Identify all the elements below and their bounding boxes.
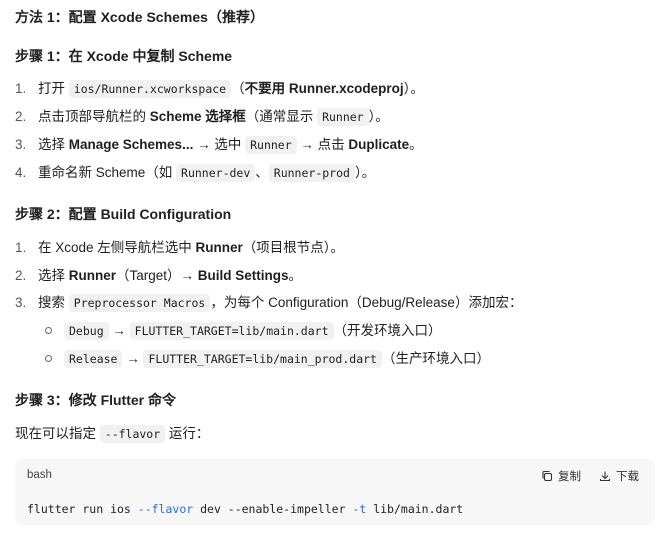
download-icon bbox=[599, 470, 611, 482]
method-heading: 方法 1：配置 Xcode Schemes（推荐） bbox=[15, 9, 264, 25]
inline-code: Runner-dev bbox=[176, 164, 256, 182]
step1-heading: 步骤 1：在 Xcode 中复制 Scheme bbox=[15, 48, 233, 64]
code-block: bash 复制 下载 flutter run ios --flavor dev … bbox=[15, 459, 655, 525]
inline-code: Debug bbox=[64, 322, 109, 340]
list-item: 1. 打开 ios/Runner.xcworkspace （不要用 Runner.x… bbox=[15, 80, 424, 98]
list-item: 3. 搜索 Preprocessor Macros ，为每个 Configurati… bbox=[15, 294, 523, 312]
inline-code: ios/Runner.xcworkspace bbox=[68, 80, 232, 98]
list-item: 3. 选择 Manage Schemes... → 选中 Runner → 点击 … bbox=[15, 136, 423, 154]
inline-code: Runner bbox=[245, 136, 297, 154]
copy-icon bbox=[541, 470, 553, 482]
inline-code: FLUTTER_TARGET=lib/main_prod.dart bbox=[143, 350, 382, 368]
bullet-icon bbox=[45, 354, 52, 362]
sub-list-item: Debug → FLUTTER_TARGET=lib/main.dart （开发环… bbox=[45, 321, 442, 341]
download-button[interactable]: 下载 bbox=[599, 468, 639, 484]
code-actions: 复制 下载 bbox=[541, 468, 639, 484]
code-language-label: bash bbox=[27, 469, 52, 481]
inline-code: Runner-prod bbox=[268, 164, 355, 182]
inline-code: Runner bbox=[317, 108, 369, 126]
sub-list-item: Release → FLUTTER_TARGET=lib/main_prod.d… bbox=[45, 349, 490, 369]
list-item: 2. 选择 Runner（Target）→ Build Settings。 bbox=[15, 268, 303, 283]
step3-heading: 步骤 3：修改 Flutter 命令 bbox=[15, 392, 177, 408]
inline-code: FLUTTER_TARGET=lib/main.dart bbox=[129, 322, 334, 340]
step3-intro: 现在可以指定 --flavor 运行： bbox=[15, 425, 210, 443]
code-content: flutter run ios --flavor dev --enable-im… bbox=[27, 502, 464, 516]
list-item: 2. 点击顶部导航栏的 Scheme 选择框（通常显示 Runner）。 bbox=[15, 108, 389, 126]
list-item: 1. 在 Xcode 左侧导航栏选中 Runner（项目根节点）。 bbox=[15, 240, 345, 255]
inline-code: Release bbox=[64, 350, 123, 368]
inline-code: --flavor bbox=[99, 425, 166, 443]
step2-heading: 步骤 2：配置 Build Configuration bbox=[15, 206, 232, 222]
inline-code: Preprocessor Macros bbox=[68, 294, 211, 312]
copy-button[interactable]: 复制 bbox=[541, 468, 581, 484]
bullet-icon bbox=[45, 326, 52, 334]
list-item: 4. 重命名新 Scheme（如 Runner-dev、 Runner-prod）。 bbox=[15, 164, 376, 182]
